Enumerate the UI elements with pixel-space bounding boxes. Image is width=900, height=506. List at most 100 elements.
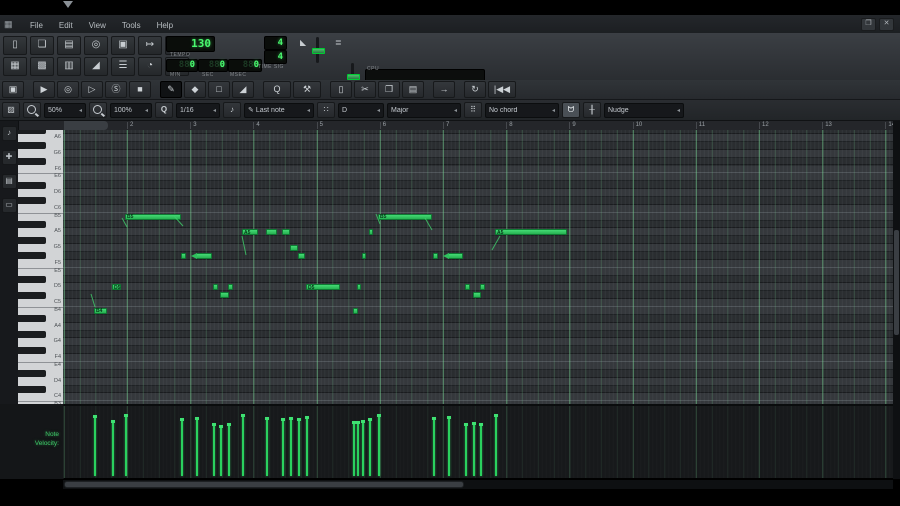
pattern-notes-icon[interactable]: ♪: [1, 126, 17, 141]
paste-button[interactable]: ▤: [402, 81, 424, 98]
shift-right-button[interactable]: →: [433, 81, 455, 98]
timesig-numerator-display[interactable]: 4: [264, 36, 287, 50]
save-button[interactable]: ▣: [111, 36, 135, 55]
key-label-C5[interactable]: C5: [54, 299, 61, 306]
clone-project-button[interactable]: ❏: [30, 36, 54, 55]
find-button[interactable]: ◎: [84, 36, 108, 55]
key-F#5[interactable]: [18, 252, 46, 260]
envelope-button[interactable]: ◢: [84, 57, 108, 76]
velocity-handle[interactable]: [219, 424, 223, 428]
velocity-handle[interactable]: [195, 417, 199, 421]
velocity-handle[interactable]: [447, 415, 451, 419]
midi-note-C#5[interactable]: [473, 292, 481, 299]
midi-note-G5[interactable]: [290, 245, 298, 252]
key-label-A6[interactable]: A6: [54, 134, 61, 141]
velocity-handle[interactable]: [289, 417, 293, 421]
midi-note-D5[interactable]: [465, 284, 470, 291]
midi-note-A5[interactable]: [266, 229, 277, 236]
velocity-line[interactable]: [473, 423, 475, 476]
midi-note-D5[interactable]: [480, 284, 485, 291]
menu-edit[interactable]: Edit: [51, 19, 81, 32]
midi-note-D5[interactable]: [213, 284, 218, 291]
browser-icon[interactable]: ▤: [1, 174, 17, 189]
zoom-vertical-button[interactable]: [89, 102, 107, 118]
ghost-channels-button[interactable]: ᗢ: [562, 102, 580, 118]
export-button[interactable]: ↦: [138, 36, 162, 55]
velocity-handle[interactable]: [93, 415, 97, 419]
velocity-line[interactable]: [433, 418, 435, 476]
velocity-line[interactable]: [480, 424, 482, 476]
mixer-button[interactable]: ☰: [111, 57, 135, 76]
stop-button[interactable]: ■: [129, 81, 151, 98]
midi-note-A5[interactable]: [282, 229, 290, 236]
rewind-button[interactable]: |◀◀: [488, 81, 516, 98]
menu-file[interactable]: File: [22, 19, 51, 32]
snap-select[interactable]: 1/16: [176, 102, 220, 118]
key-label-F6[interactable]: F6: [55, 166, 61, 173]
velocity-line[interactable]: [112, 421, 114, 476]
piano-keyboard[interactable]: A6 G6 F6 E6 D6 C6 B5 A5 G5 F5 E5 D5 C5 B4 A4 G4 F4 E4 D4 C4…: [18, 130, 64, 404]
key-D#4[interactable]: [18, 370, 46, 378]
velocity-panel[interactable]: [63, 406, 893, 478]
step-sequencer-button[interactable]: ▦: [3, 57, 27, 76]
zoom-horizontal-select[interactable]: 50%: [44, 102, 86, 118]
velocity-handle[interactable]: [479, 423, 483, 427]
key-A#5[interactable]: [18, 221, 46, 228]
key-label-G6[interactable]: G6: [54, 150, 61, 157]
select-tool-button[interactable]: □: [208, 81, 230, 98]
midi-note-A5[interactable]: [369, 229, 373, 236]
knob-panel-button[interactable]: ◔: [138, 57, 162, 76]
key-label-E6[interactable]: E6: [54, 173, 61, 180]
song-mode-button[interactable]: ▷: [81, 81, 103, 98]
key-D#5[interactable]: [18, 276, 46, 283]
key-G#4[interactable]: [18, 331, 46, 338]
velocity-line[interactable]: [213, 424, 215, 476]
velocity-handle[interactable]: [111, 420, 115, 424]
note-properties-icon[interactable]: ♪: [223, 102, 241, 118]
velocity-line[interactable]: [290, 418, 292, 476]
key-A#4[interactable]: [18, 315, 46, 323]
midi-note-F#5[interactable]: [443, 252, 463, 259]
root-note-select[interactable]: D: [338, 102, 384, 118]
velocity-handle[interactable]: [377, 414, 381, 418]
playhead-marker[interactable]: [63, 1, 73, 8]
velocity-handle[interactable]: [356, 420, 360, 424]
velocity-line[interactable]: [196, 418, 198, 476]
key-F#4[interactable]: [18, 346, 46, 354]
copy-button[interactable]: ❐: [378, 81, 400, 98]
horizontal-scrollbar[interactable]: [63, 479, 893, 489]
velocity-line[interactable]: [266, 418, 268, 476]
draw-mode-select[interactable]: ✎ Last note: [244, 102, 314, 118]
key-label-E5[interactable]: E5: [54, 268, 61, 275]
vertical-scrollbar-thumb[interactable]: [894, 230, 899, 335]
velocity-handle[interactable]: [432, 417, 436, 421]
key-label-E4[interactable]: E4: [54, 362, 61, 369]
midi-note-D5[interactable]: D5: [112, 284, 121, 291]
velocity-line[interactable]: [465, 424, 467, 476]
zoom-horizontal-button[interactable]: [23, 102, 41, 118]
midi-note-D5[interactable]: [228, 284, 233, 291]
midi-note-F#5[interactable]: [362, 252, 366, 259]
midi-note-C#5[interactable]: [220, 292, 229, 299]
midi-note-B4[interactable]: [353, 307, 358, 314]
new-file-button[interactable]: ▯: [3, 36, 27, 55]
keyboard-helpers-icon[interactable]: ∷: [317, 102, 335, 118]
quantize-button[interactable]: Q: [263, 81, 291, 98]
velocity-handle[interactable]: [241, 414, 245, 418]
time-min-display[interactable]: 880: [166, 59, 198, 72]
channel-rack-button[interactable]: ▩: [30, 57, 54, 76]
key-label-F5[interactable]: F5: [55, 260, 61, 267]
time-msec-display[interactable]: 880: [228, 59, 262, 72]
monitor-icon[interactable]: ▭: [1, 198, 17, 213]
vertical-scrollbar[interactable]: [893, 121, 900, 479]
velocity-handle[interactable]: [281, 418, 285, 422]
file-options-button[interactable]: ▯: [330, 81, 352, 98]
key-label-D4[interactable]: D4: [54, 378, 61, 385]
tools-menu-button[interactable]: ⚒: [293, 81, 321, 98]
key-label-D6[interactable]: D6: [54, 189, 61, 196]
velocity-handle[interactable]: [472, 422, 476, 426]
velocity-handle[interactable]: [368, 418, 372, 422]
time-sec-display[interactable]: 880: [198, 59, 228, 72]
key-F#6[interactable]: [18, 158, 46, 165]
key-A#6[interactable]: [18, 130, 46, 134]
